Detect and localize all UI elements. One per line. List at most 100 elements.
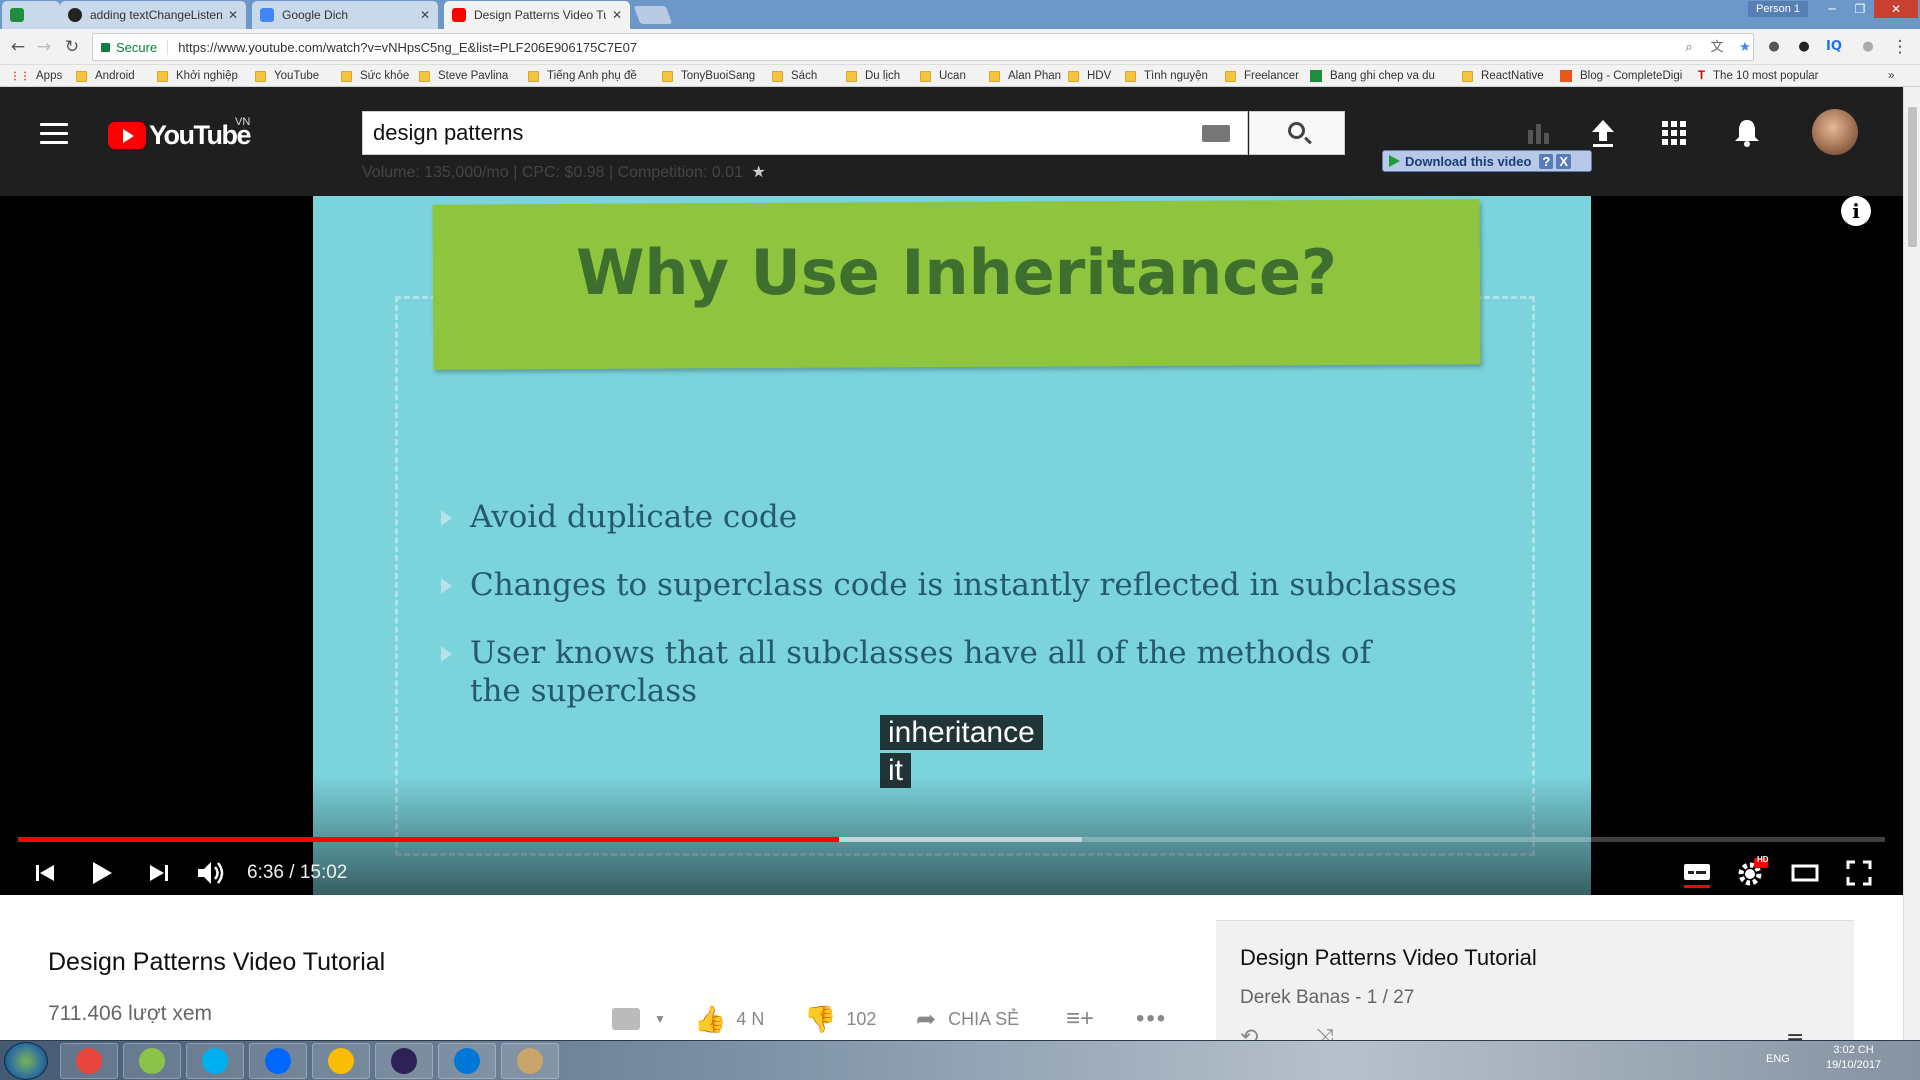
bookmark-blog-completedigi[interactable]: Blog - CompleteDigi: [1560, 68, 1682, 84]
url-text[interactable]: https://www.youtube.com/watch?v=vNHpsC5n…: [167, 39, 637, 55]
fullscreen-icon[interactable]: [1842, 856, 1876, 890]
start-button[interactable]: [4, 1042, 48, 1080]
volume-icon[interactable]: [194, 856, 228, 890]
taskbar-clock[interactable]: 3:02 CH 19/10/2017: [1826, 1043, 1881, 1073]
new-tab-button[interactable]: [633, 6, 673, 24]
bookmarks-overflow-icon[interactable]: »: [1888, 68, 1894, 84]
sheets-icon: [10, 8, 24, 22]
bookmark-apps[interactable]: ⋮⋮ Apps: [10, 68, 62, 84]
taskbar-chrome-button[interactable]: [60, 1043, 118, 1079]
chrome-menu-icon[interactable]: ⋮: [1888, 35, 1912, 59]
subtitles-icon[interactable]: [1680, 856, 1714, 890]
bookmark-tonybuoisang[interactable]: TonyBuoiSang: [662, 68, 755, 84]
apps-grid-icon[interactable]: [1657, 116, 1691, 150]
keyboard-icon[interactable]: [1202, 125, 1230, 142]
taskbar-paint-button[interactable]: [501, 1043, 559, 1079]
hamburger-menu-icon[interactable]: [40, 123, 68, 145]
more-actions-icon[interactable]: •••: [1136, 1005, 1167, 1033]
notifications-bell-icon[interactable]: [1730, 116, 1764, 150]
bookmark-freelancer[interactable]: Freelancer: [1225, 68, 1299, 84]
bookmark-ti-ng-anh-ph[interactable]: Tiếng Anh phụ đề: [528, 68, 637, 84]
bookmark-kh-i-nghi-p[interactable]: Khởi nghiệp: [157, 68, 238, 84]
windows-taskbar: [0, 1040, 1920, 1080]
bookmark-star-icon[interactable]: ★: [1737, 39, 1753, 55]
page-scrollbar[interactable]: [1903, 87, 1920, 1040]
next-icon[interactable]: [142, 856, 176, 890]
playlist-title[interactable]: Design Patterns Video Tutorial: [1240, 945, 1537, 971]
close-icon[interactable]: ✕: [420, 8, 430, 22]
bookmark-reactnative[interactable]: ReactNative: [1462, 68, 1544, 84]
back-icon[interactable]: ←: [6, 35, 30, 59]
window-close-button[interactable]: ✕: [1874, 0, 1918, 18]
dislike-button[interactable]: 👎 102: [804, 1004, 876, 1034]
bullet-icon: [441, 646, 452, 662]
bookmark-s-ch[interactable]: Sách: [772, 68, 817, 84]
star-icon[interactable]: ★: [751, 164, 765, 181]
extension-icon[interactable]: ●: [1856, 35, 1880, 59]
tab-github[interactable]: adding textChangeListen ✕: [60, 1, 246, 29]
chrome-icon: [76, 1048, 102, 1074]
taskbar-zalo-button[interactable]: [249, 1043, 307, 1079]
taskbar-skype-button[interactable]: [186, 1043, 244, 1079]
tab-sheets[interactable]: [2, 1, 60, 29]
search-input[interactable]: design patterns: [362, 111, 1248, 155]
progress-bar[interactable]: [18, 837, 1885, 842]
bookmark-label: ReactNative: [1481, 70, 1544, 82]
close-icon[interactable]: ✕: [228, 8, 238, 22]
bookmark-t-nh-nguy-n[interactable]: Tình nguyện: [1125, 68, 1208, 84]
address-bar[interactable]: Secure https://www.youtube.com/watch?v=v…: [92, 33, 1754, 61]
close-icon[interactable]: ✕: [612, 8, 622, 22]
chevron-down-icon: ▼: [654, 1012, 666, 1026]
bookmark-du-l-ch[interactable]: Du lịch: [846, 68, 900, 84]
extension-iq-icon[interactable]: IQ: [1822, 35, 1846, 59]
maximize-button[interactable]: ❐: [1846, 0, 1874, 18]
bookmark-ucan[interactable]: Ucan: [920, 68, 966, 84]
youtube-logo[interactable]: YouTube VN: [108, 116, 251, 151]
download-video-button[interactable]: Download this video ? X: [1382, 150, 1592, 172]
taskbar-eclipse-button[interactable]: [375, 1043, 433, 1079]
taskbar-chrome-profile-button[interactable]: [312, 1043, 370, 1079]
avatar[interactable]: [1812, 109, 1858, 155]
bookmark-bang-ghi-chep-va-du[interactable]: Bang ghi chep va du: [1310, 68, 1435, 84]
profile-button[interactable]: Person 1: [1748, 1, 1809, 17]
help-icon[interactable]: ?: [1539, 153, 1554, 169]
extension-icon[interactable]: ●: [1762, 35, 1786, 59]
add-to-playlist-icon[interactable]: ≡+: [1066, 1005, 1094, 1033]
bookmark-s-c-kh-e[interactable]: Sức khỏe: [341, 68, 409, 84]
folder-icon: [255, 70, 266, 82]
video-player[interactable]: Why Use Inheritance? Avoid duplicate cod…: [0, 196, 1903, 895]
forward-icon[interactable]: →: [32, 35, 56, 59]
zoom-icon[interactable]: ⌕: [1681, 39, 1697, 55]
language-indicator[interactable]: ENG: [1766, 1053, 1790, 1065]
previous-icon[interactable]: [28, 856, 62, 890]
analytics-icon[interactable]: [1522, 116, 1556, 150]
search-button[interactable]: [1249, 111, 1345, 155]
upload-icon[interactable]: [1586, 116, 1620, 150]
scrollbar-thumb[interactable]: [1908, 107, 1917, 247]
bookmark-android[interactable]: Android: [76, 68, 135, 84]
tab-google-dich[interactable]: Google Dich ✕: [252, 1, 438, 29]
share-button[interactable]: ➦ CHIA SẺ: [916, 1005, 1019, 1033]
minimize-button[interactable]: ─: [1818, 0, 1846, 18]
play-icon[interactable]: [84, 856, 118, 890]
close-icon[interactable]: X: [1556, 153, 1572, 169]
theater-mode-icon[interactable]: [1788, 856, 1822, 890]
clock-date: 19/10/2017: [1826, 1059, 1882, 1071]
bookmark-steve-pavlina[interactable]: Steve Pavlina: [419, 68, 508, 84]
bookmark-youtube[interactable]: YouTube: [255, 68, 319, 84]
like-button[interactable]: 👍 4 N: [694, 1004, 764, 1034]
bookmark-hdv[interactable]: HDV: [1068, 68, 1111, 84]
taskbar-notepad-button[interactable]: [123, 1043, 181, 1079]
bookmark-the-10-most-popular[interactable]: T The 10 most popular: [1698, 68, 1819, 84]
info-icon[interactable]: i: [1841, 196, 1871, 226]
translate-icon[interactable]: 文: [1709, 39, 1725, 55]
tab-youtube[interactable]: Design Patterns Video Tu ✕: [444, 1, 630, 29]
taskbar-vscode-button[interactable]: [438, 1043, 496, 1079]
secure-indicator[interactable]: Secure: [93, 40, 157, 55]
extension-tag-button[interactable]: ▼: [612, 1005, 666, 1033]
bookmark-alan-phan[interactable]: Alan Phan: [989, 68, 1061, 84]
tab-label: Design Patterns Video Tu: [474, 8, 606, 22]
reload-icon[interactable]: ↻: [60, 35, 84, 59]
extension-k-icon[interactable]: ●: [1792, 35, 1816, 59]
slide-bullet: User knows that all subclasses have all …: [441, 634, 1401, 710]
